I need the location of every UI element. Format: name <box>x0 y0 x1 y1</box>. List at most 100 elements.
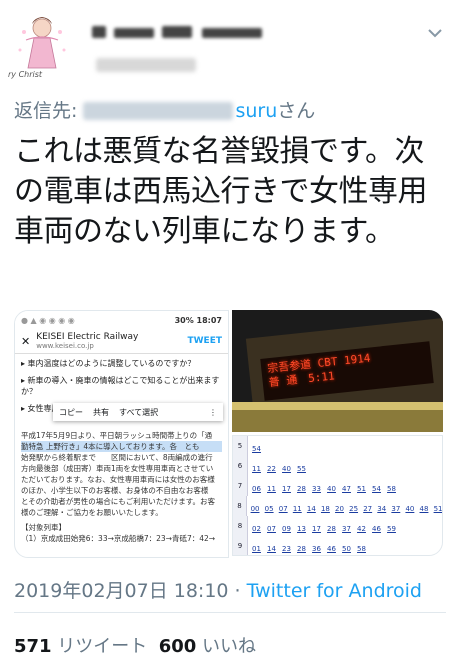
body-line: 勤特急 上野行き」4本に導入しております。各 とも <box>21 441 222 452</box>
timetable-minute: 58 <box>357 545 366 553</box>
body-line: 平成17年5月9日より、平日朝ラッシュ時間帯上りの「通 <box>21 431 213 440</box>
via-client-link[interactable]: Twitter for Android <box>247 580 422 602</box>
close-icon: ✕ <box>21 334 31 348</box>
body-line: 様のご理解・ご協力をお願いいたします。 <box>21 508 163 517</box>
faq-item: ▸ 車内温度はどのように調整しているのですか？ <box>21 359 196 368</box>
timetable-hour: 8 <box>233 516 248 536</box>
timetable-minute: 00 <box>250 505 260 513</box>
user-handle[interactable] <box>96 58 196 72</box>
display-name[interactable] <box>92 22 262 42</box>
timetable-row: 8 02 07 09 13 17 28 37 42 46 59 <box>233 516 442 537</box>
timetable-minute: 25 <box>349 505 359 513</box>
timetable-row: 5 54 <box>233 436 442 457</box>
timetable-minute: 55 <box>297 465 306 473</box>
popup-select-all: すべて選択 <box>119 407 159 417</box>
timetable-minute: 54 <box>372 485 381 493</box>
browser-url-bar: ✕ KEISEI Electric Railway www.keisei.co.… <box>15 329 228 354</box>
timetable-row: 7 06 11 17 28 33 40 47 51 54 58 <box>233 476 442 497</box>
timetable-minute: 34 <box>377 505 387 513</box>
site-title: KEISEI Electric Railway <box>36 332 139 342</box>
reply-prefix: 返信先: <box>14 100 84 122</box>
timetable-minute: 37 <box>342 525 351 533</box>
media-image-timetable[interactable]: 5 54 6 11 22 40 55 7 06 11 17 28 33 40 47 51 54 58 8 00 05 07… <box>232 435 443 556</box>
timetable-minute: 37 <box>391 505 401 513</box>
timetable-minute: 42 <box>357 525 366 533</box>
timetable-minute: 23 <box>282 545 291 553</box>
divider <box>14 612 446 613</box>
timetable-minute: 11 <box>267 485 276 493</box>
body-line: （1）京成成田始発6：33→京成船橋7：23→青砥7：42→ <box>21 534 216 543</box>
timetable-minute: 20 <box>335 505 344 513</box>
timetable-minute: 51 <box>433 505 443 513</box>
popup-share: 共有 <box>93 407 109 417</box>
timetable-minute: 28 <box>297 485 306 493</box>
text-selection-popup: コピー 共有 すべて選択 ⋮ <box>53 403 223 421</box>
timetable-minute: 11 <box>292 505 302 513</box>
timetable-minute: 28 <box>327 525 336 533</box>
body-line: のほか、小学生以下のお客様、お身体の不自由なお客様 <box>21 486 209 495</box>
phone-status-bar: ● ▲ ◉ ◉ ◉ ◉ 30% 18:07 <box>15 311 228 329</box>
timetable-minute: 27 <box>363 505 373 513</box>
timetable-minute: 40 <box>327 485 336 493</box>
timetable-minute: 46 <box>327 545 336 553</box>
timetable-minute: 59 <box>387 525 396 533</box>
timetable-minute: 51 <box>357 485 366 493</box>
retweet-label[interactable]: リツイート <box>52 636 159 657</box>
body-line: 【対象列車】 <box>21 523 66 532</box>
timetable-minute: 36 <box>312 545 321 553</box>
timetable-row: 6 11 22 40 55 <box>233 456 442 477</box>
timetable-minute: 22 <box>267 465 276 473</box>
body-line: 方向最後部（成田寄）車両1両を女性専用車両とさせてい <box>21 464 214 473</box>
media-image-phone-screenshot[interactable]: ● ▲ ◉ ◉ ◉ ◉ 30% 18:07 ✕ KEISEI Electric … <box>14 310 229 558</box>
more-icon: ⋮ <box>209 407 217 417</box>
timetable-minute: 48 <box>419 505 429 513</box>
reply-to-line: 返信先: suruさん <box>14 96 315 123</box>
body-line: ただいております。なお、女性専用車両には女性のお客様 <box>21 475 215 484</box>
site-url: www.keisei.co.jp <box>36 342 94 350</box>
body-line: 始発駅から終着駅まで 区間において、8両編成の進行 <box>21 453 213 462</box>
timetable-row: 8 00 05 07 11 14 18 20 25 27 34 37 40 48 51 <box>233 496 443 517</box>
timetable-minute: 40 <box>405 505 415 513</box>
timetable-hour: 9 <box>233 536 248 555</box>
status-time: 18:07 <box>196 315 222 325</box>
tweet-stats: 571 リツイート 600 いいね <box>14 632 256 658</box>
timetable-minute: 11 <box>252 465 261 473</box>
timetable-row: 9 01 14 23 28 36 46 50 58 <box>233 536 442 555</box>
battery-level: 30% <box>174 315 194 325</box>
timetable-minute: 40 <box>282 465 291 473</box>
timetable-minute: 54 <box>252 445 261 453</box>
like-count[interactable]: 600 <box>159 636 197 657</box>
timetable-minute: 06 <box>252 485 261 493</box>
timetable-minute: 17 <box>282 485 291 493</box>
timestamp-separator: · <box>228 580 247 602</box>
tweet-timestamp[interactable]: 2019年02月07日 18:10 · Twitter for Android <box>14 576 422 603</box>
retweet-count[interactable]: 571 <box>14 636 52 657</box>
timetable-minute: 13 <box>297 525 306 533</box>
tweet-button: TWEET <box>187 336 222 346</box>
timetable-minute: 01 <box>252 545 261 553</box>
timetable-minute: 50 <box>342 545 351 553</box>
timetable-minute: 46 <box>372 525 381 533</box>
timetable-minute: 17 <box>312 525 321 533</box>
body-line: とその介助者が男性の場合にもご利用いただけます。お客 <box>21 497 216 506</box>
timestamp-text: 2019年02月07日 18:10 <box>14 580 229 602</box>
timetable-minute: 18 <box>320 505 330 513</box>
phone-body-text: 平成17年5月9日より、平日朝ラッシュ時間帯上りの「通 勤特急 上野行き」4本に… <box>15 430 228 544</box>
timetable-minute: 02 <box>252 525 261 533</box>
timetable-minute: 14 <box>267 545 276 553</box>
media-image-train-display[interactable]: 宗吾参道 CBT 1914 普 通 5:11 <box>232 310 443 432</box>
timetable-minute: 09 <box>282 525 291 533</box>
popup-copy: コピー <box>59 407 83 417</box>
timetable-hour: 7 <box>233 476 248 496</box>
timetable-minute: 14 <box>306 505 316 513</box>
timetable-minute: 28 <box>297 545 306 553</box>
timetable-minute: 47 <box>342 485 351 493</box>
reply-handle: suru <box>235 100 278 122</box>
chevron-down-icon[interactable] <box>427 24 443 38</box>
timetable-minute: 07 <box>278 505 288 513</box>
faq-item: ▸ 新車の導入・廃車の情報はどこで知ることが出来ますか？ <box>21 376 220 396</box>
like-label[interactable]: いいね <box>196 636 256 657</box>
reply-mention-link[interactable]: suru <box>83 100 277 122</box>
timetable-minute: 58 <box>387 485 396 493</box>
timetable-minute: 07 <box>267 525 276 533</box>
